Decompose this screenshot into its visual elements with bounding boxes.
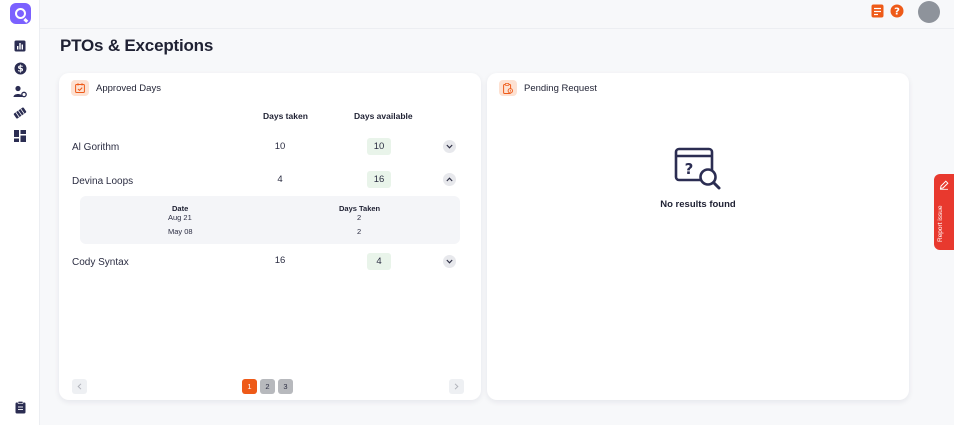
dollar-icon[interactable]: $ [13,61,27,75]
previous-page-button[interactable] [72,379,87,394]
detail-days-taken: 2 [357,213,362,222]
detail-date: May 08 [168,227,193,236]
calendar-check-icon [71,80,89,96]
top-bar: ? [40,0,954,29]
q-logo-icon[interactable] [10,3,31,24]
expand-row-button[interactable] [443,140,456,153]
expand-row-button[interactable] [443,255,456,268]
days-taken-value: 10 [274,141,286,152]
approved-days-card: Approved Days Days taken Days available … [59,73,481,400]
page-title: PTOs & Exceptions [60,36,214,55]
avatar[interactable] [918,1,940,23]
bar-chart-icon[interactable] [13,39,27,53]
pencil-icon [939,180,949,190]
svg-text:?: ? [685,160,694,178]
days-taken-value: 16 [274,255,286,266]
column-header-days-available: Days available [354,111,413,121]
empty-state-text: No results found [660,199,736,210]
days-taken-value: 4 [277,174,283,185]
report-issue-button[interactable]: Report issue [934,174,954,250]
sidebar: $ [0,0,40,425]
detail-header-days-taken: Days Taken [339,204,381,213]
chevron-up-icon [446,177,453,182]
page-3-button[interactable]: 3 [278,379,293,394]
dashboard-grid-icon[interactable] [13,129,27,143]
pto-detail-panel: Date Days Taken Aug 21 2 May 08 2 [80,196,460,244]
svg-text:$: $ [17,64,23,74]
approved-days-header: Approved Days [71,80,161,96]
collapse-row-button[interactable] [443,173,456,186]
chevron-left-icon [77,383,82,390]
detail-days-taken: 2 [357,227,362,236]
pending-request-title: Pending Request [524,82,597,94]
days-available-badge: 16 [367,171,391,188]
employee-name: Cody Syntax [72,257,129,268]
ticket-icon[interactable] [13,106,27,120]
page-1-button[interactable]: 1 [242,379,257,394]
document-icon[interactable] [871,4,884,23]
days-available-badge: 10 [367,138,391,155]
chevron-right-icon [454,383,459,390]
clipboard-icon[interactable] [13,400,27,414]
pending-request-header: Pending Request [499,80,597,96]
clipboard-clock-icon [499,80,517,96]
detail-header-date: Date [172,204,189,213]
pending-request-card: Pending Request ? No results found [487,73,909,400]
user-settings-icon[interactable] [13,84,27,98]
employee-name: Al Gorithm [72,142,120,153]
column-header-days-taken: Days taken [263,111,308,121]
employee-name: Devina Loops [72,176,134,187]
days-available-badge: 4 [367,253,391,270]
page-2-button[interactable]: 2 [260,379,275,394]
svg-text:?: ? [894,7,900,18]
approved-days-title: Approved Days [96,82,161,94]
detail-date: Aug 21 [168,213,192,222]
no-results-icon: ? [673,146,723,197]
chevron-down-icon [446,144,453,149]
chevron-down-icon [446,259,453,264]
next-page-button[interactable] [449,379,464,394]
help-icon[interactable]: ? [890,4,904,23]
report-issue-label: Report issue [937,205,944,243]
